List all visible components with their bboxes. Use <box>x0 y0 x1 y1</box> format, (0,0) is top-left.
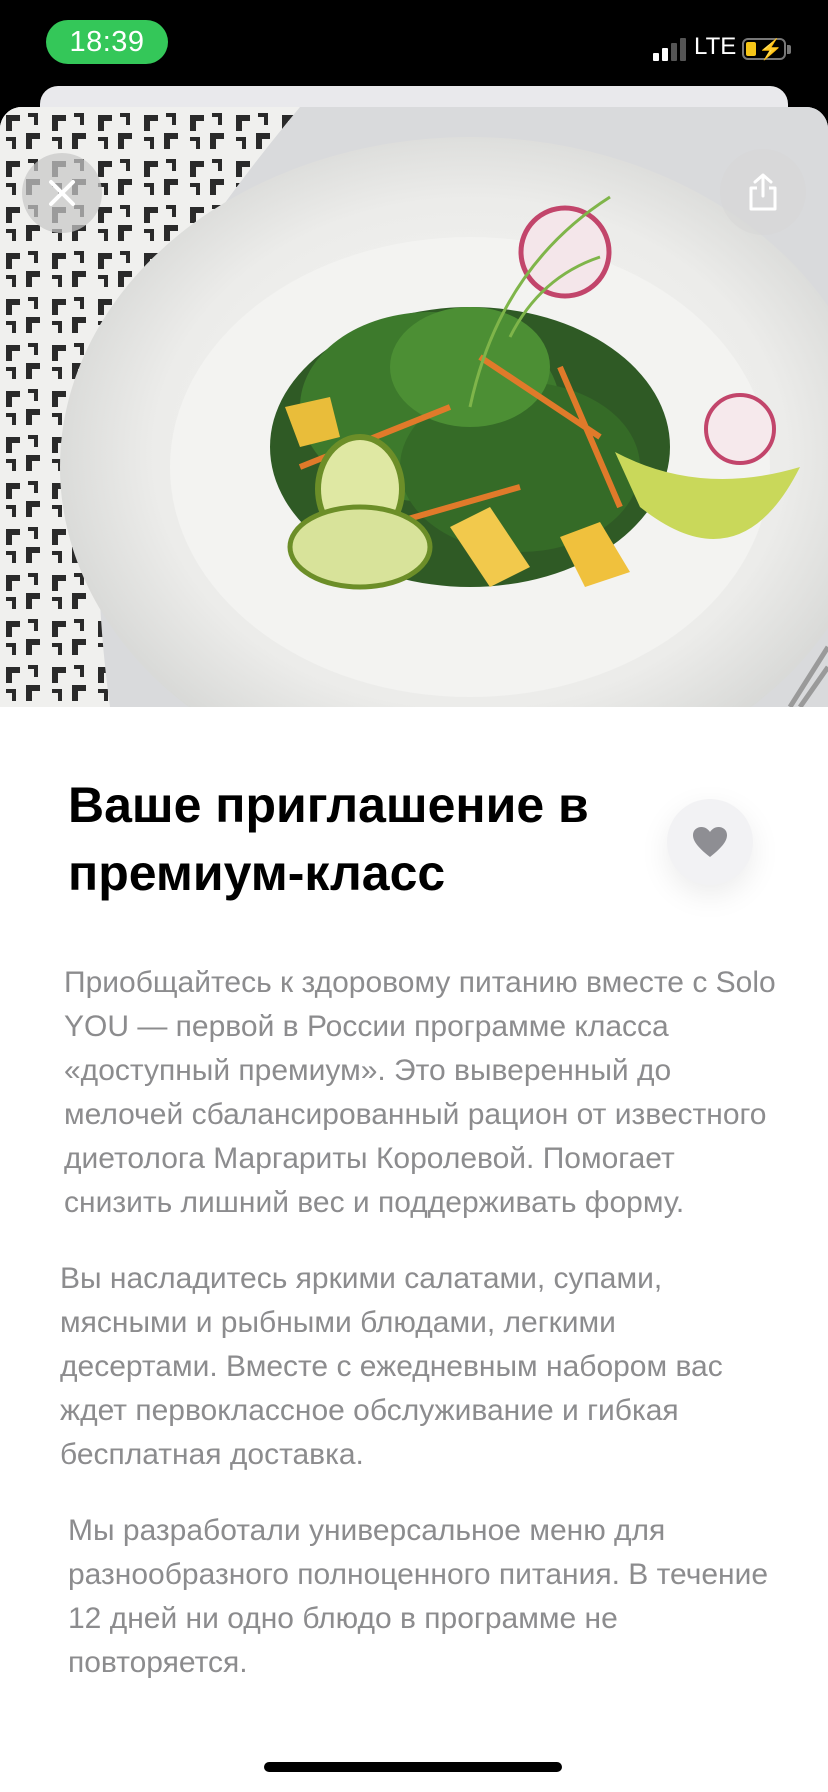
close-button[interactable] <box>22 153 102 233</box>
heart-icon <box>693 827 727 857</box>
home-indicator[interactable] <box>264 1762 562 1772</box>
cellular-signal-icon <box>653 37 689 61</box>
detail-card[interactable]: Ваше приглашение в премиум-класс Приобща… <box>0 107 828 1792</box>
close-icon <box>49 180 75 206</box>
network-type: LTE <box>694 33 737 60</box>
battery-nub <box>787 45 791 54</box>
favorite-button[interactable] <box>667 799 753 885</box>
share-icon <box>749 173 777 211</box>
battery-icon: ⚡ <box>742 38 786 61</box>
share-button[interactable] <box>720 149 806 235</box>
salad-plate-photo <box>0 107 828 707</box>
description-paragraph-2: Вы насладитесь яркими салатами, супами, … <box>60 1262 723 1471</box>
status-bar: 18:39 LTE ⚡ <box>0 0 828 95</box>
status-time[interactable]: 18:39 <box>46 20 168 64</box>
page-title: Ваше приглашение в премиум-класс <box>68 777 589 901</box>
description-paragraph-3: Мы разработали универсальное меню для ра… <box>68 1514 769 1679</box>
description-paragraph-1: Приобщайтесь к здоровому питанию вместе … <box>64 966 776 1219</box>
hero-image <box>0 107 828 707</box>
